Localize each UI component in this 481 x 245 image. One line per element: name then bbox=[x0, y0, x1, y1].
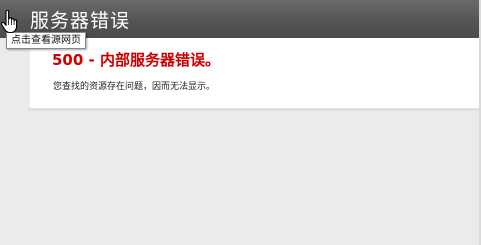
view-source-tooltip: 点击查看源网页 bbox=[6, 32, 86, 49]
error-message: 内部服务器错误。 bbox=[100, 51, 221, 69]
error-heading: 500 - 内部服务器错误。 bbox=[52, 49, 220, 70]
error-description: 您查找的资源存在问题，因而无法显示。 bbox=[53, 82, 216, 92]
hand-pointer-icon bbox=[0, 10, 18, 34]
error-code: 500 bbox=[52, 51, 84, 69]
page-title: 服务器错误 bbox=[30, 10, 131, 32]
error-separator: - bbox=[88, 51, 95, 69]
panel-shadow bbox=[28, 108, 481, 111]
